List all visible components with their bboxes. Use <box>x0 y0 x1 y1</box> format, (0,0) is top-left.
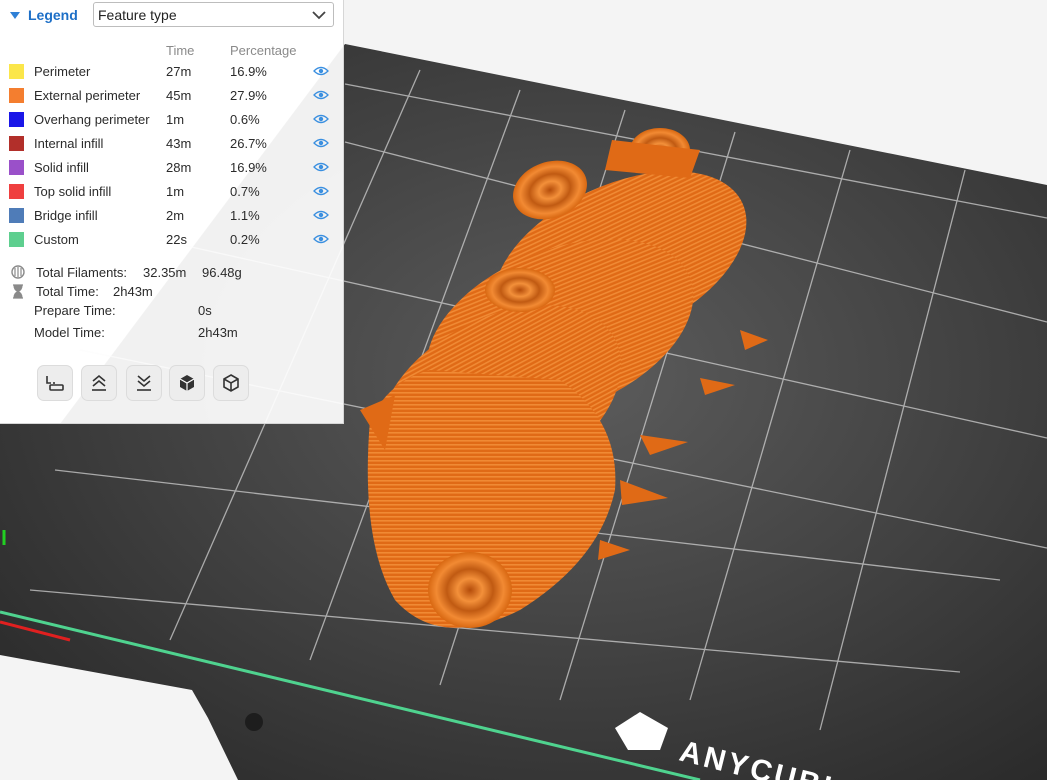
filament-length-value: 32.35m <box>143 265 187 280</box>
color-swatch <box>9 208 24 223</box>
feature-name: Solid infill <box>34 160 89 175</box>
collapse-up-icon <box>92 374 106 391</box>
feature-time: 43m <box>166 136 192 151</box>
color-swatch <box>9 112 24 127</box>
feature-time: 2m <box>166 208 185 223</box>
prepare-time-label: Prepare Time: <box>34 303 116 318</box>
view-type-value: Feature type <box>98 6 177 23</box>
legend-title: Legend <box>28 7 78 23</box>
feature-row: External perimeter 45m 27.9% <box>0 84 344 108</box>
feature-time: 22s <box>166 232 187 247</box>
feature-percent: 0.6% <box>230 112 260 127</box>
feature-percent: 27.9% <box>230 88 267 103</box>
color-swatch <box>9 160 24 175</box>
color-swatch <box>9 88 24 103</box>
feature-name: Top solid infill <box>34 184 112 199</box>
feature-percent: 0.7% <box>230 184 260 199</box>
eye-icon[interactable] <box>313 65 329 77</box>
eye-icon[interactable] <box>313 137 329 149</box>
eye-icon[interactable] <box>313 233 329 245</box>
total-filaments-label: Total Filaments: <box>36 265 128 280</box>
feature-name: Overhang perimeter <box>34 112 150 127</box>
model-time-label: Model Time: <box>34 325 105 340</box>
total-time-value: 2h43m <box>113 284 153 299</box>
color-swatch <box>9 64 24 79</box>
column-header-percentage: Percentage <box>230 43 297 58</box>
feature-row: Internal infill 43m 26.7% <box>0 132 344 156</box>
eye-icon[interactable] <box>313 113 329 125</box>
feature-time: 27m <box>166 64 192 79</box>
collapse-up-button[interactable] <box>81 365 117 401</box>
feature-row: Custom 22s 0.2% <box>0 228 344 252</box>
feature-name: External perimeter <box>34 88 141 103</box>
legend-collapse-toggle[interactable]: Legend <box>10 4 78 26</box>
color-swatch <box>9 136 24 151</box>
prepare-time-value: 0s <box>198 303 212 318</box>
eye-icon[interactable] <box>313 209 329 221</box>
eye-icon[interactable] <box>313 161 329 173</box>
feature-row: Overhang perimeter 1m 0.6% <box>0 108 344 132</box>
wireframe-cube-icon <box>223 374 239 392</box>
hourglass-icon <box>13 284 23 299</box>
color-swatch <box>9 232 24 247</box>
view-type-dropdown[interactable]: Feature type <box>93 2 334 27</box>
feature-name: Internal infill <box>34 136 104 151</box>
feature-percent: 16.9% <box>230 64 267 79</box>
feature-row: Bridge infill 2m 1.1% <box>0 204 344 228</box>
eye-icon[interactable] <box>313 89 329 101</box>
feature-row: Solid infill 28m 16.9% <box>0 156 344 180</box>
total-time-label: Total Time: <box>36 284 99 299</box>
filament-weight-value: 96.48g <box>202 265 242 280</box>
color-swatch <box>9 184 24 199</box>
legend-header: Legend Feature type <box>0 0 344 30</box>
feature-percent: 1.1% <box>230 208 260 223</box>
feature-time: 45m <box>166 88 192 103</box>
model-time-value: 2h43m <box>198 325 238 340</box>
feature-percent: 26.7% <box>230 136 267 151</box>
feature-time: 1m <box>166 112 185 127</box>
feature-name: Bridge infill <box>34 208 98 223</box>
feature-time: 28m <box>166 160 192 175</box>
expand-down-button[interactable] <box>126 365 162 401</box>
feature-row: Perimeter 27m 16.9% <box>0 60 344 84</box>
travel-toggle-button[interactable] <box>37 365 73 401</box>
expand-down-icon <box>137 375 151 391</box>
feature-percent: 16.9% <box>230 160 267 175</box>
solid-cube-icon <box>179 375 195 391</box>
column-header-time: Time <box>166 43 195 58</box>
eye-icon[interactable] <box>313 185 329 197</box>
filament-spool-icon <box>11 265 25 279</box>
collapse-triangle-icon <box>10 11 20 19</box>
feature-time: 1m <box>166 184 185 199</box>
layer-travel-icon <box>46 376 64 391</box>
solid-view-button[interactable] <box>169 365 205 401</box>
feature-name: Custom <box>34 232 79 247</box>
wireframe-view-button[interactable] <box>213 365 249 401</box>
feature-percent: 0.2% <box>230 232 260 247</box>
feature-row: Top solid infill 1m 0.7% <box>0 180 344 204</box>
feature-name: Perimeter <box>34 64 91 79</box>
chevron-down-icon <box>312 11 326 20</box>
legend-panel: Legend Feature type Time Percentage Peri… <box>0 0 344 424</box>
